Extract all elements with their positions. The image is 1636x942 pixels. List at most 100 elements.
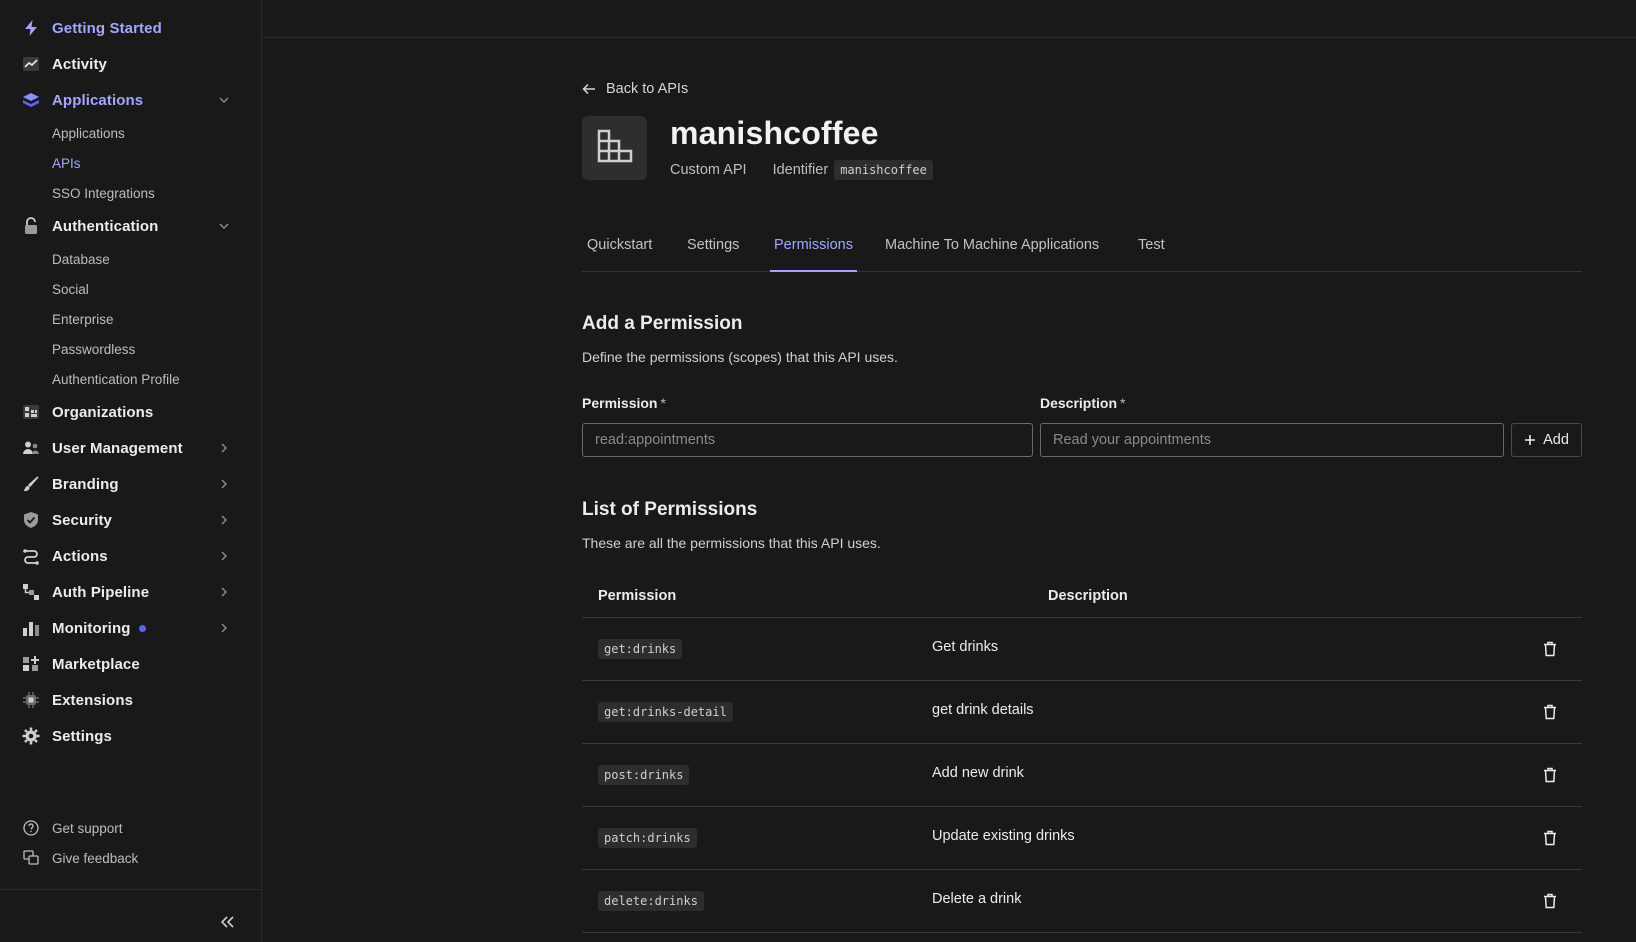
permission-scope: get:drinks xyxy=(598,639,683,659)
users-icon xyxy=(22,439,40,457)
double-chevron-left-icon xyxy=(219,915,235,933)
sidebar-item-label: Marketplace xyxy=(52,655,140,673)
sidebar-item-label: User Management xyxy=(52,439,183,457)
sidebar-subitem-authentication-profile[interactable]: Authentication Profile xyxy=(52,369,180,389)
permission-input[interactable] xyxy=(582,423,1033,457)
sidebar-item-settings[interactable]: Settings xyxy=(22,722,242,750)
trash-icon[interactable] xyxy=(1541,639,1559,659)
api-logo xyxy=(582,116,647,180)
sidebar-subitem-enterprise[interactable]: Enterprise xyxy=(52,309,114,329)
sidebar-item-label: Extensions xyxy=(52,691,134,709)
list-permissions-title: List of Permissions xyxy=(582,499,758,520)
sidebar-subitem-sso-integrations[interactable]: SSO Integrations xyxy=(52,183,155,203)
activity-chart-icon xyxy=(22,55,40,73)
add-permission-description: Define the permissions (scopes) that thi… xyxy=(582,349,898,365)
required-mark: * xyxy=(660,395,666,411)
chevron-right-icon[interactable] xyxy=(216,548,232,564)
organization-icon xyxy=(22,403,40,421)
sidebar-subitem-social[interactable]: Social xyxy=(52,279,89,299)
sidebar-subitem-database[interactable]: Database xyxy=(52,249,110,269)
trash-icon[interactable] xyxy=(1541,702,1559,722)
sidebar-item-label: Branding xyxy=(52,475,119,493)
sidebar-item-authentication[interactable]: Authentication xyxy=(22,212,242,240)
sidebar-divider xyxy=(0,889,262,890)
sidebar-item-monitoring[interactable]: Monitoring xyxy=(22,614,242,642)
sidebar-item-actions[interactable]: Actions xyxy=(22,542,242,570)
collapse-sidebar-button[interactable] xyxy=(216,913,238,935)
gear-icon xyxy=(22,727,40,745)
table-row: post:drinks Add new drink xyxy=(582,744,1582,807)
permission-description: Delete a drink xyxy=(932,891,1022,907)
sidebar-subitem-applications[interactable]: Applications xyxy=(52,123,125,143)
trash-icon[interactable] xyxy=(1541,891,1559,911)
sidebar-item-marketplace[interactable]: Marketplace xyxy=(22,650,242,678)
get-support-link[interactable]: Get support xyxy=(22,817,123,839)
chevron-down-icon[interactable] xyxy=(216,218,232,234)
chevron-down-icon[interactable] xyxy=(216,92,232,108)
sidebar-subitem-passwordless[interactable]: Passwordless xyxy=(52,339,135,359)
tab-settings[interactable]: Settings xyxy=(687,237,739,272)
tab-bar: Quickstart Settings Permissions Machine … xyxy=(582,232,1582,272)
sidebar-item-label: Actions xyxy=(52,547,108,565)
description-input[interactable] xyxy=(1040,423,1504,457)
help-circle-icon xyxy=(22,819,40,837)
sidebar-item-organizations[interactable]: Organizations xyxy=(22,398,242,426)
sidebar-item-auth-pipeline[interactable]: Auth Pipeline xyxy=(22,578,242,606)
sidebar-item-activity[interactable]: Activity xyxy=(22,50,242,78)
sidebar-item-extensions[interactable]: Extensions xyxy=(22,686,242,714)
chevron-right-icon[interactable] xyxy=(216,440,232,456)
chevron-right-icon[interactable] xyxy=(216,512,232,528)
give-feedback-link[interactable]: Give feedback xyxy=(22,847,138,869)
feedback-icon xyxy=(22,849,40,867)
permission-description: Update existing drinks xyxy=(932,828,1075,844)
sidebar-item-label: Activity xyxy=(52,55,107,73)
sidebar-subitem-apis[interactable]: APIs xyxy=(52,153,81,173)
api-type: Custom API xyxy=(670,162,747,178)
permission-scope: post:drinks xyxy=(598,765,690,785)
chevron-right-icon[interactable] xyxy=(216,620,232,636)
sidebar-item-label: Applications xyxy=(52,91,144,109)
pipeline-icon xyxy=(22,583,40,601)
sidebar-item-getting-started[interactable]: Getting Started xyxy=(22,14,242,42)
identifier-label: Identifier xyxy=(772,162,829,178)
chevron-right-icon[interactable] xyxy=(216,584,232,600)
bar-chart-icon xyxy=(22,619,40,637)
sidebar-item-label: Monitoring xyxy=(52,619,131,637)
plus-icon xyxy=(1524,434,1536,446)
trash-icon[interactable] xyxy=(1541,828,1559,848)
extension-chip-icon xyxy=(22,691,40,709)
api-meta: Custom API Identifier manishcoffee xyxy=(670,160,933,180)
tab-test[interactable]: Test xyxy=(1138,237,1165,272)
permission-description: Get drinks xyxy=(932,639,999,655)
table-row: get:drinks-detail get drink details xyxy=(582,681,1582,744)
add-permission-button[interactable]: Add xyxy=(1511,423,1582,457)
column-header-permission: Permission xyxy=(598,588,677,604)
back-to-apis-link[interactable]: Back to APIs xyxy=(582,78,688,100)
top-bar xyxy=(263,0,1636,38)
sidebar-item-applications[interactable]: Applications xyxy=(22,86,242,114)
bolt-icon xyxy=(22,19,40,37)
tab-quickstart[interactable]: Quickstart xyxy=(587,237,652,272)
identifier-value: manishcoffee xyxy=(834,160,933,180)
sidebar-item-security[interactable]: Security xyxy=(22,506,242,534)
tab-machine-to-machine-applications[interactable]: Machine To Machine Applications xyxy=(885,237,1099,272)
sidebar: Getting Started Activity Applications Ap… xyxy=(0,0,262,942)
actions-flow-icon xyxy=(22,547,40,565)
arrow-left-icon xyxy=(582,81,598,97)
marketplace-grid-icon xyxy=(22,655,40,673)
table-row: patch:drinks Update existing drinks xyxy=(582,807,1582,870)
sidebar-item-branding[interactable]: Branding xyxy=(22,470,242,498)
tab-permissions[interactable]: Permissions xyxy=(770,237,857,272)
notification-dot xyxy=(139,624,147,632)
lock-icon xyxy=(22,217,40,235)
permission-description: Add new drink xyxy=(932,765,1024,781)
sidebar-item-label: Organizations xyxy=(52,403,154,421)
description-field-label: Description * xyxy=(1040,395,1125,411)
api-building-icon xyxy=(597,129,633,167)
chevron-right-icon[interactable] xyxy=(216,476,232,492)
required-mark: * xyxy=(1120,395,1126,411)
trash-icon[interactable] xyxy=(1541,765,1559,785)
permission-label-text: Permission xyxy=(582,395,658,411)
sidebar-item-user-management[interactable]: User Management xyxy=(22,434,242,462)
description-label-text: Description xyxy=(1040,395,1118,411)
